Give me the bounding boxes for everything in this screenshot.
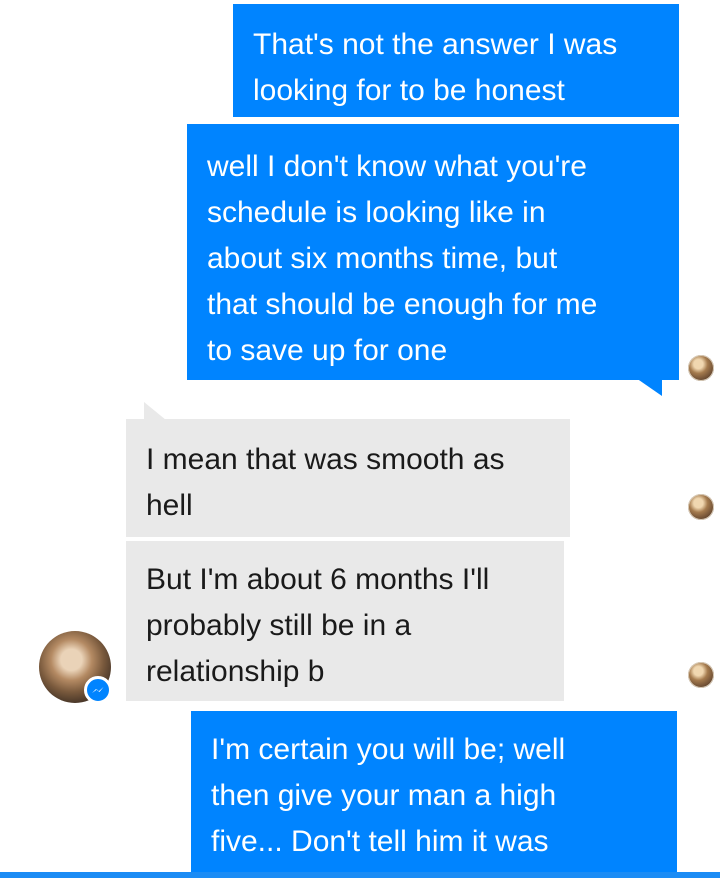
incoming-message[interactable]: But I'm about 6 months I'll probably sti… <box>126 541 564 701</box>
incoming-bubble-tail <box>144 402 166 420</box>
outgoing-message[interactable]: well I don't know what you're schedule i… <box>187 124 679 380</box>
outgoing-message[interactable]: That's not the answer I was looking for … <box>233 4 679 117</box>
outgoing-message[interactable]: I'm certain you will be; well then give … <box>191 711 677 878</box>
outgoing-bubble-tail <box>636 378 662 396</box>
bottom-bar <box>0 872 720 878</box>
read-receipt-avatar-icon <box>688 662 714 688</box>
incoming-message[interactable]: I mean that was smooth as hell <box>126 419 570 537</box>
read-receipt-avatar-icon <box>688 355 714 381</box>
read-receipt-avatar-icon <box>688 494 714 520</box>
messenger-icon <box>84 676 112 704</box>
